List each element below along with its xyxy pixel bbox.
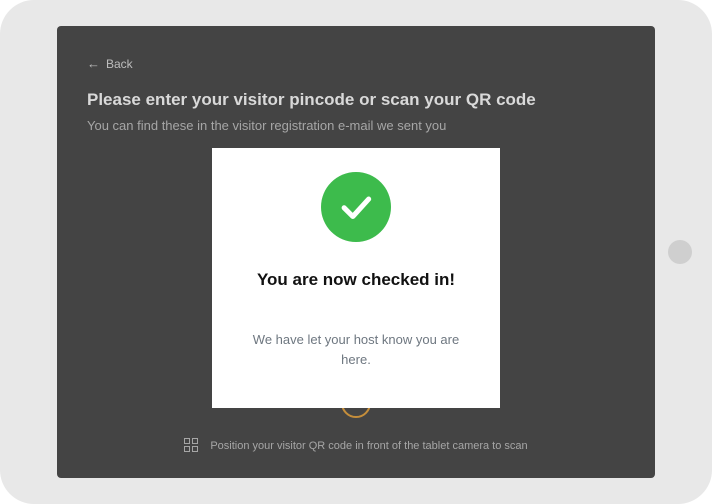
modal-title: You are now checked in!: [257, 270, 455, 290]
tablet-frame: ← Back Please enter your visitor pincode…: [0, 0, 712, 504]
qr-hint-row: Position your visitor QR code in front o…: [57, 438, 655, 454]
home-button[interactable]: [668, 240, 692, 264]
arrow-left-icon: ←: [87, 56, 100, 71]
page-title: Please enter your visitor pincode or sca…: [87, 90, 536, 110]
checkin-success-modal: You are now checked in! We have let your…: [212, 148, 500, 408]
back-button[interactable]: ← Back: [87, 56, 133, 71]
screen: ← Back Please enter your visitor pincode…: [57, 26, 655, 478]
back-label: Back: [106, 57, 133, 71]
qr-hint-text: Position your visitor QR code in front o…: [210, 440, 527, 452]
page-subtitle: You can find these in the visitor regist…: [87, 118, 446, 133]
success-check-icon: [321, 172, 391, 242]
qr-code-icon: [184, 438, 200, 454]
modal-message: We have let your host know you are here.: [246, 330, 466, 369]
